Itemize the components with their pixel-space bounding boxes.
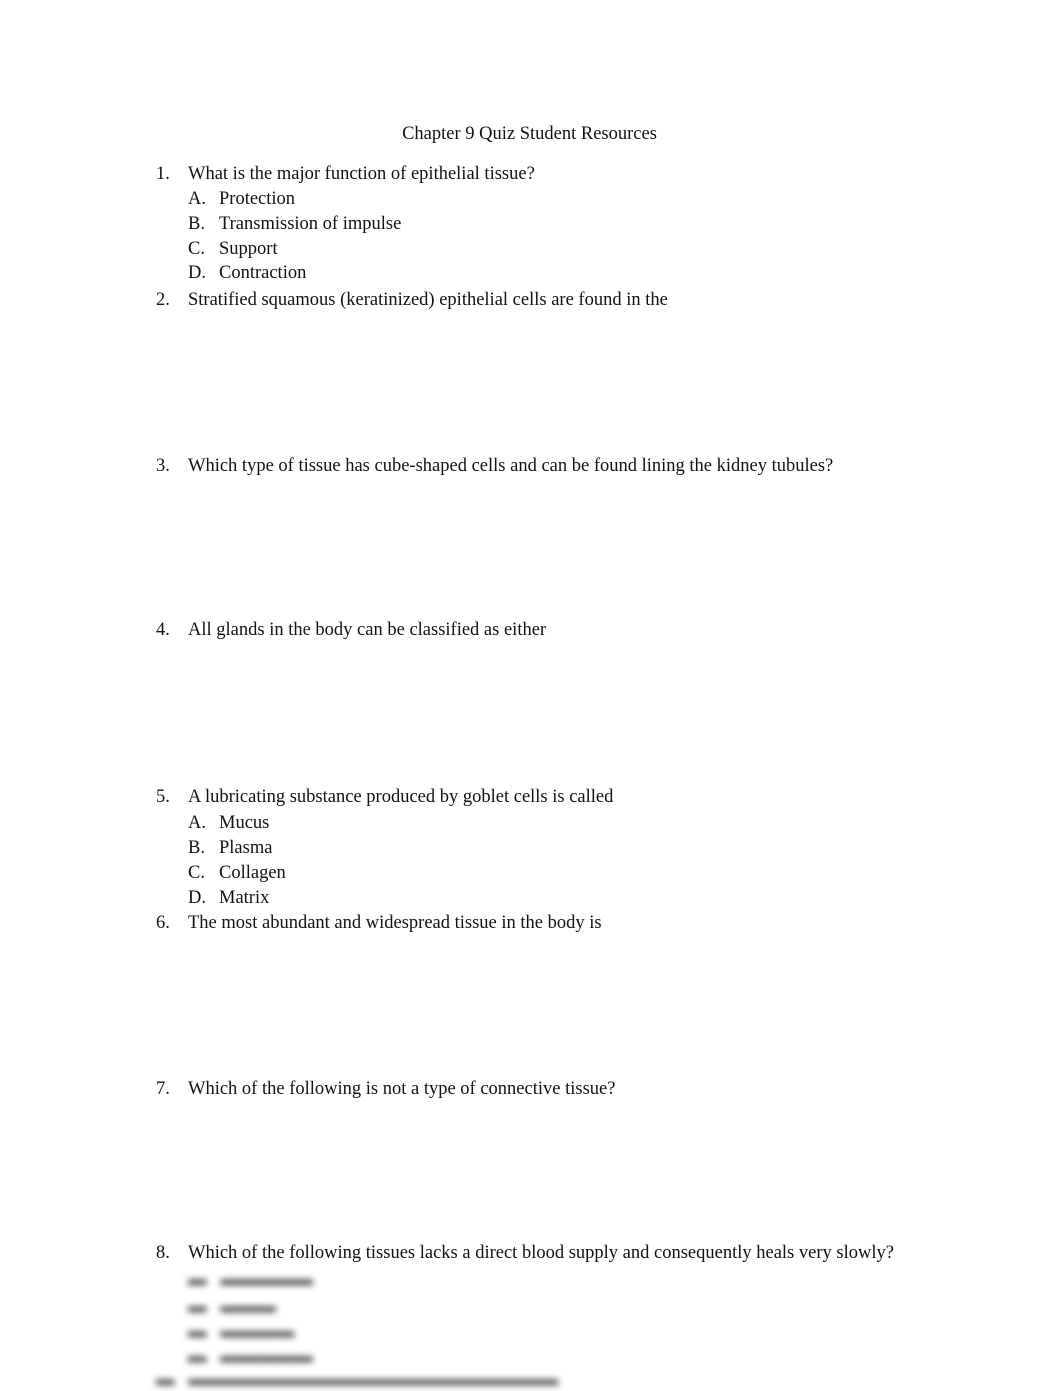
question-5: 5. A lubricating substance produced by go…	[156, 787, 614, 807]
question-text: Which of the following tissues lacks a d…	[188, 1243, 894, 1263]
question-text: What is the major function of epithelial…	[188, 164, 535, 184]
option: A. Protection	[188, 189, 296, 209]
question-text: All glands in the body can be classified…	[188, 620, 547, 640]
question-text: The most abundant and widespread tissue …	[188, 913, 602, 933]
option: A. Mucus	[188, 813, 270, 833]
option: C. Support	[188, 239, 278, 259]
option: D. Contraction	[188, 263, 307, 283]
question-7: 7. Which of the following is not a type o…	[156, 1079, 616, 1099]
question-1: 1. What is the major function of epitheli…	[156, 164, 535, 185]
blurred-option: ▬ ▬▬▬	[188, 1297, 276, 1317]
option: C. Collagen	[188, 863, 286, 883]
blurred-option: ▬ ▬▬▬▬▬	[188, 1347, 313, 1367]
question-text: A lubricating substance produced by gobl…	[188, 787, 614, 807]
question-3: 3. Which type of tissue has cube-shaped c…	[156, 456, 834, 476]
question-2: 2. Stratified squamous (keratinized) epit…	[156, 290, 668, 310]
question-8: 8. Which of the following tissues lacks a…	[156, 1243, 894, 1263]
question-text: Stratified squamous (keratinized) epithe…	[188, 290, 668, 310]
question-text: Which of the following is not a type of …	[188, 1079, 616, 1099]
blurred-option: ▬ ▬▬▬▬	[188, 1322, 295, 1342]
blurred-question: ▬ ▬▬▬▬▬▬▬▬▬▬▬▬▬▬▬▬▬▬▬▬	[156, 1370, 559, 1390]
question-4: 4. All glands in the body can be classifi…	[156, 620, 547, 640]
option: D. Matrix	[188, 888, 270, 908]
blurred-option: ▬ ▬▬▬▬▬	[188, 1270, 313, 1290]
option: B. Plasma	[188, 838, 273, 858]
option: B. Transmission of impulse	[188, 214, 402, 234]
question-number: 1.	[156, 164, 170, 184]
question-text: Which type of tissue has cube-shaped cel…	[188, 456, 834, 476]
question-6: 6. The most abundant and widespread tissu…	[156, 913, 602, 933]
document-title: Chapter 9 Quiz Student Resources	[402, 124, 657, 144]
